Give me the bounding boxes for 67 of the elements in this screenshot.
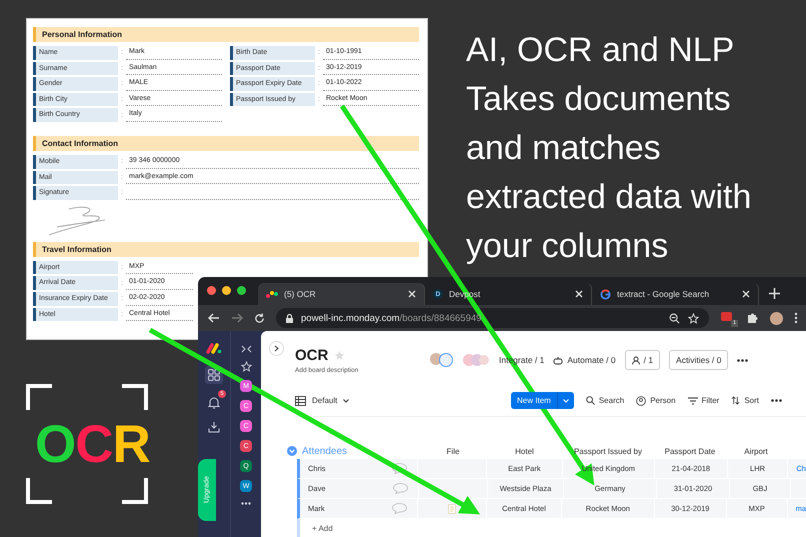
new-tab-icon[interactable] [769, 288, 780, 299]
menu-icon[interactable] [794, 312, 798, 324]
integration-avatar[interactable] [439, 353, 453, 368]
view-selector[interactable]: Default [295, 396, 350, 406]
close-icon[interactable] [408, 290, 416, 298]
add-item-row[interactable]: + Add [297, 519, 462, 537]
person-button[interactable]: Person [636, 396, 676, 406]
star-icon[interactable] [334, 350, 346, 361]
filter-button[interactable]: Filter [688, 396, 720, 406]
expand-button[interactable] [269, 341, 284, 356]
lock-icon [286, 314, 293, 322]
column-header: File [446, 446, 460, 456]
section-header: Contact Information [33, 136, 419, 151]
close-window-button[interactable] [207, 286, 216, 295]
more-icon[interactable] [241, 500, 251, 505]
user-avatar[interactable] [430, 353, 442, 366]
star-icon[interactable] [240, 361, 252, 372]
chevron-right-icon [274, 345, 279, 352]
maximize-window-button[interactable] [237, 286, 246, 295]
table-icon [295, 396, 306, 406]
search-button[interactable]: Search [586, 396, 624, 406]
g-logo-icon [600, 288, 611, 300]
more-icon[interactable] [771, 399, 782, 402]
download-icon[interactable] [208, 421, 220, 433]
logo-letter: C [75, 415, 113, 475]
new-item-button[interactable]: New Item [511, 392, 557, 410]
forward-icon[interactable] [231, 313, 243, 323]
minimize-window-button[interactable] [222, 286, 231, 295]
caret-icon [562, 398, 569, 403]
bell-icon[interactable] [208, 396, 220, 409]
automate-button[interactable]: Automate / 0 [553, 355, 616, 366]
filter-icon [688, 396, 698, 405]
star-icon[interactable] [688, 312, 699, 324]
zoom-out-icon[interactable] [669, 312, 680, 324]
caret-icon [343, 398, 350, 403]
collapse-icon[interactable] [240, 345, 252, 353]
column-header: Passport Date [664, 446, 716, 456]
close-icon[interactable] [575, 290, 583, 298]
profile-avatar[interactable] [770, 312, 783, 324]
puzzle-icon[interactable] [747, 312, 759, 324]
logo-letter: O [35, 415, 76, 475]
board-title: OCR [295, 346, 328, 364]
sort-button[interactable]: Sort [731, 396, 759, 406]
section-header: Travel Information [33, 242, 419, 257]
column-header: Airport [743, 446, 769, 456]
close-icon[interactable] [742, 290, 750, 298]
robot-icon [553, 356, 564, 365]
reload-icon[interactable] [254, 312, 265, 324]
column-header: Hotel [514, 446, 535, 456]
dots-logo-icon[interactable] [206, 342, 222, 354]
headline: AI, OCR and NLP Takes documents and matches extracted data with your columns [466, 30, 752, 267]
back-icon[interactable] [208, 313, 220, 323]
collapse-group-icon[interactable] [287, 446, 297, 456]
address-bar[interactable]: powell-inc.monday.com/boards/884665949 [276, 308, 709, 328]
search-icon [586, 396, 595, 406]
corner-brackets-icon [26, 384, 148, 504]
activities-button[interactable]: Activities / 0 [669, 350, 728, 370]
logo-letter: R [112, 415, 150, 475]
more-icon[interactable] [737, 358, 748, 362]
column-header: Passport Issued by [572, 446, 644, 456]
file-thumbnail-icon[interactable] [448, 504, 456, 514]
members-button[interactable]: / 1 [624, 350, 660, 370]
dots-logo-icon [266, 289, 278, 299]
sort-icon [731, 396, 740, 406]
new-item-menu-button[interactable] [556, 392, 574, 410]
section-header: Personal Information [33, 27, 419, 42]
browser-tab[interactable]: (5) OCR [258, 283, 425, 305]
